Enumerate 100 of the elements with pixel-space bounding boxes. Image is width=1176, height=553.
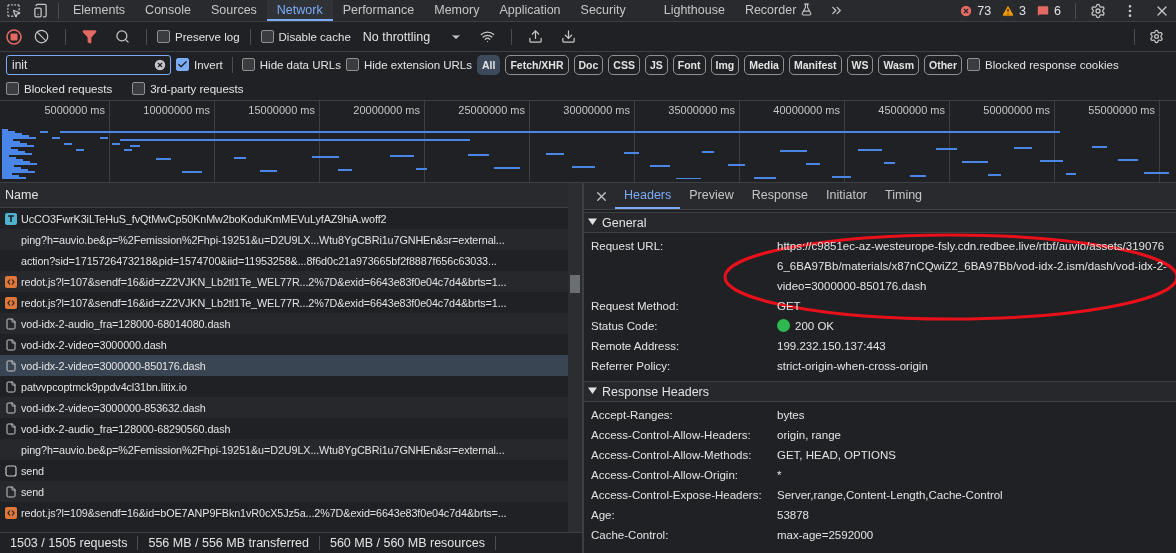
error-count[interactable]: 73	[977, 3, 992, 18]
header-value: bytes	[777, 408, 806, 423]
third-party-requests-checkbox[interactable]: 3rd-party requests	[132, 82, 244, 95]
throttling-dropdown[interactable]: No throttling	[356, 29, 469, 44]
detail-tab[interactable]: Preview	[680, 183, 743, 209]
header-value: 199.232.150.137:443	[777, 339, 887, 354]
type-filter-button[interactable]: CSS	[608, 54, 640, 75]
header-value: 53878	[777, 508, 810, 523]
timeline-tick-label: 50000000 ms	[983, 104, 1050, 116]
type-filter-button[interactable]: Manifest	[788, 54, 842, 75]
document-icon	[5, 485, 17, 498]
panel-tab[interactable]: Sources	[201, 0, 267, 21]
type-filter-button[interactable]: Wasm	[878, 54, 920, 75]
filter-field[interactable]: init	[6, 54, 171, 75]
header-name: Request URL:	[591, 239, 665, 254]
clear-filter-icon[interactable]	[153, 57, 167, 72]
header-value: strict-origin-when-cross-origin	[777, 359, 929, 374]
timeline-tick-label: 20000000 ms	[353, 104, 420, 116]
timeline-tick-label: 10000000 ms	[143, 104, 210, 116]
invert-checkbox[interactable]: Invert	[176, 58, 223, 71]
section-header[interactable]: General	[584, 212, 1176, 233]
disclosure-triangle-icon	[588, 217, 597, 226]
header-value: Server,range,Content-Length,Cache-Control	[777, 488, 1004, 503]
error-icon	[959, 3, 974, 18]
timeline-tick-label: 5000000 ms	[44, 104, 105, 116]
request-row[interactable]: ping?h=auvio.be&p=%2Femission%2Fhpi-19251&u=D2U9LX...Wtu8YgCBRi1u7GNHEn&sr=external...	[0, 439, 568, 460]
type-filter-button[interactable]: All	[477, 54, 501, 75]
blocked-response-cookies-checkbox[interactable]: Blocked response cookies	[967, 58, 1119, 71]
request-row[interactable]: ping?h=auvio.be&p=%2Femission%2Fhpi-19251&u=D2U9LX...Wtu8YgCBRi1u7GNHEn&sr=external...	[0, 229, 568, 250]
hide-data-urls-checkbox[interactable]: Hide data URLs	[241, 58, 341, 71]
preserve-log-checkbox[interactable]: Preserve log	[157, 30, 240, 43]
disable-cache-checkbox[interactable]: Disable cache	[260, 30, 351, 43]
panel-tab[interactable]: Application	[489, 0, 571, 21]
warning-count[interactable]: 3	[1019, 3, 1027, 18]
type-filter-button[interactable]: Other	[924, 54, 963, 75]
detail-tab[interactable]: Initiator	[817, 183, 876, 209]
blocked-requests-checkbox[interactable]: Blocked requests	[6, 82, 113, 95]
type-filter-button[interactable]: Fetch/XHR	[505, 54, 569, 75]
scrollbar[interactable]	[568, 183, 582, 532]
type-filter-button[interactable]: JS	[644, 54, 668, 75]
hide-extension-urls-checkbox[interactable]: Hide extension URLs	[345, 58, 472, 71]
document-icon	[5, 401, 17, 414]
header-value: 200 OK	[777, 316, 1176, 336]
document-icon	[5, 338, 17, 351]
document-icon	[5, 422, 17, 435]
type-filter-button[interactable]: Doc	[573, 54, 604, 75]
status-text: 560 MB / 560 MB resources	[319, 536, 496, 550]
header-name: Access-Control-Allow-Methods:	[591, 448, 753, 463]
document-icon	[5, 359, 17, 372]
timeline-tick-label: 25000000 ms	[458, 104, 525, 116]
request-row[interactable]: redot.js?l=107&sendf=16&id=zZ2VJKN_Lb2tl1Te_WEL77R...2%7D&exid=6643e83f0e04c7d4&brts=1...	[0, 271, 568, 292]
status-text: 1503 / 1505 requests	[0, 536, 139, 550]
script-file-icon	[5, 506, 17, 519]
timeline-tick-label: 35000000 ms	[668, 104, 735, 116]
header-name: Access-Control-Allow-Origin:	[591, 468, 739, 483]
check-icon	[177, 59, 188, 70]
timeline-tick-label: 55000000 ms	[1088, 104, 1155, 116]
timeline-tick-label: 15000000 ms	[248, 104, 315, 116]
type-filter-button[interactable]: Font	[672, 54, 706, 75]
type-filter-button[interactable]: Media	[744, 54, 784, 75]
request-row[interactable]: vod-idx-2-video=3000000-853632.dash	[0, 397, 568, 418]
header-name: Remote Address:	[591, 339, 681, 354]
panel-tab[interactable]: Network	[266, 0, 333, 21]
disclosure-triangle-icon	[588, 386, 597, 395]
header-name: Status Code:	[591, 319, 659, 334]
issue-icon	[1036, 3, 1051, 18]
request-row[interactable]: vod-idx-2-video=3000000-850176.dash	[0, 355, 568, 376]
request-row[interactable]: send	[0, 481, 568, 502]
type-filter-button[interactable]: Img	[710, 54, 740, 75]
header-value: *	[777, 468, 783, 483]
detail-tab[interactable]: Response	[742, 183, 817, 209]
panel-tab[interactable]: Lighthouse	[653, 0, 735, 21]
header-name: Referrer Policy:	[591, 359, 672, 374]
status-text: 556 MB / 556 MB transferred	[138, 536, 320, 550]
request-row[interactable]: vod-idx-2-audio_fra=128000-68014080.dash	[0, 313, 568, 334]
detail-tab[interactable]: Timing	[876, 183, 932, 209]
section-header[interactable]: Response Headers	[584, 381, 1176, 402]
issue-count[interactable]: 6	[1054, 3, 1061, 18]
header-name: Accept-Ranges:	[591, 408, 674, 423]
header-value: GET, HEAD, OPTIONS	[777, 448, 897, 463]
panel-tab[interactable]: Console	[135, 0, 201, 21]
font-file-icon	[5, 212, 17, 225]
panel-tab[interactable]: Elements	[63, 0, 136, 21]
flask-icon	[800, 3, 814, 16]
type-filter-button[interactable]: WS	[846, 54, 874, 75]
panel-tab[interactable]: Security	[570, 0, 636, 21]
header-name: Access-Control-Allow-Headers:	[591, 428, 752, 443]
header-name: Access-Control-Expose-Headers:	[591, 488, 763, 503]
panel-tab[interactable]: Recorder	[734, 0, 824, 21]
header-name: Age:	[591, 508, 616, 523]
timeline-tick-label: 30000000 ms	[563, 104, 630, 116]
script-file-icon	[5, 275, 17, 288]
record-icon[interactable]	[6, 28, 22, 45]
panel-tab[interactable]: Memory	[424, 0, 490, 21]
timeline-tick-label: 40000000 ms	[773, 104, 840, 116]
panel-tab[interactable]: Performance	[332, 0, 425, 21]
header-name: Cache-Control:	[591, 528, 670, 543]
column-header[interactable]: Name	[5, 188, 39, 202]
header-value: max-age=2592000	[777, 528, 875, 543]
detail-tab[interactable]: Headers	[615, 183, 681, 209]
